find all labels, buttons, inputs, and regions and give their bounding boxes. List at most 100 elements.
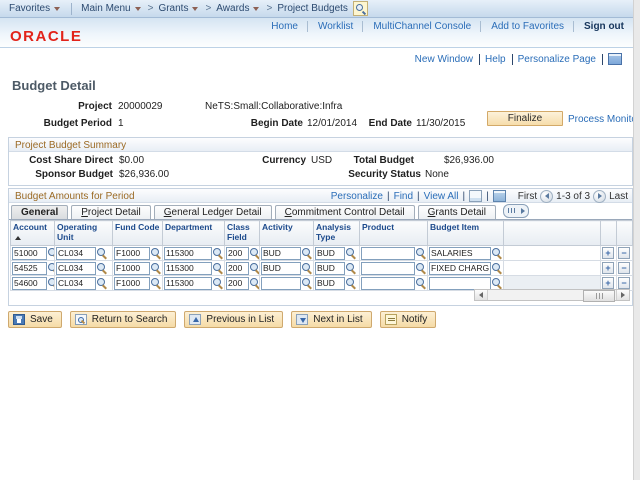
process-monitor-link[interactable]: Process Monitor	[568, 114, 640, 125]
class-field-input[interactable]	[226, 261, 249, 275]
tab-general-ledger-detail[interactable]: General Ledger Detail	[153, 205, 272, 219]
sign-out-link[interactable]: Sign out	[573, 21, 624, 32]
lookup-icon[interactable]	[96, 262, 107, 274]
lookup-icon[interactable]	[96, 277, 107, 289]
activity-input[interactable]	[261, 276, 301, 290]
account-input[interactable]	[12, 246, 47, 260]
account-input[interactable]	[12, 276, 47, 290]
lookup-icon[interactable]	[96, 247, 107, 259]
lookup-icon[interactable]	[415, 247, 426, 259]
tab-project-detail[interactable]: Project Detail	[71, 205, 151, 219]
product-input[interactable]	[361, 261, 415, 275]
lookup-icon[interactable]	[212, 262, 223, 274]
pager-first-label[interactable]: First	[518, 191, 537, 202]
column-department[interactable]: Department	[162, 220, 225, 246]
column-account[interactable]: Account	[10, 220, 55, 246]
main-menu[interactable]: Main Menu	[81, 3, 142, 14]
operating-unit-input[interactable]	[56, 276, 96, 290]
download-to-excel-icon[interactable]	[492, 190, 506, 202]
lookup-icon[interactable]	[415, 277, 426, 289]
lookup-icon[interactable]	[249, 247, 259, 259]
lookup-icon[interactable]	[212, 277, 223, 289]
fund-code-input[interactable]	[114, 276, 150, 290]
favorites-menu[interactable]: Favorites	[9, 3, 62, 14]
lookup-icon[interactable]	[212, 247, 223, 259]
analysis-type-input[interactable]	[315, 261, 345, 275]
breadcrumb-search-icon[interactable]	[352, 1, 368, 16]
tab-commitment-control-detail[interactable]: Commitment Control Detail	[274, 205, 415, 219]
analysis-type-input[interactable]	[315, 246, 345, 260]
lookup-icon[interactable]	[301, 262, 312, 274]
lookup-icon[interactable]	[491, 247, 502, 259]
lookup-icon[interactable]	[301, 247, 312, 259]
activity-input[interactable]	[261, 246, 301, 260]
lookup-icon[interactable]	[415, 262, 426, 274]
product-input[interactable]	[361, 246, 415, 260]
delete-row-button[interactable]: −	[618, 277, 630, 289]
personalize-page-link[interactable]: Personalize Page	[518, 53, 603, 65]
column-analysis-type[interactable]: Analysis Type	[313, 220, 360, 246]
lookup-icon[interactable]	[150, 262, 161, 274]
class-field-input[interactable]	[226, 246, 249, 260]
add-row-button[interactable]: +	[602, 247, 614, 259]
department-input[interactable]	[164, 246, 212, 260]
column-product[interactable]: Product	[359, 220, 428, 246]
copy-url-icon[interactable]	[608, 53, 622, 65]
budget-item-input[interactable]	[429, 246, 491, 260]
column-budget-item[interactable]: Budget Item	[427, 220, 504, 246]
class-field-input[interactable]	[226, 276, 249, 290]
lookup-icon[interactable]	[249, 277, 259, 289]
notify-button[interactable]: Notify	[379, 311, 437, 328]
lookup-icon[interactable]	[249, 262, 259, 274]
account-input[interactable]	[12, 261, 47, 275]
scroll-left-icon[interactable]	[475, 290, 488, 300]
lookup-icon[interactable]	[150, 277, 161, 289]
pager-last-label[interactable]: Last	[609, 191, 628, 202]
tab-grants-detail[interactable]: Grants Detail	[417, 205, 496, 219]
scroll-right-icon[interactable]	[616, 290, 629, 300]
operating-unit-input[interactable]	[56, 261, 96, 275]
column-operating-unit[interactable]: Operating Unit	[54, 220, 113, 246]
breadcrumb-project-budgets[interactable]: Project Budgets	[277, 3, 348, 14]
next-rows-icon[interactable]	[593, 189, 607, 203]
product-input[interactable]	[361, 276, 415, 290]
column-activity[interactable]: Activity	[259, 220, 314, 246]
scrollbar-thumb[interactable]	[583, 290, 615, 302]
new-window-link[interactable]: New Window	[415, 53, 481, 65]
next-in-list-button[interactable]: Next in List	[291, 311, 372, 328]
previous-rows-icon[interactable]	[540, 189, 554, 203]
analysis-type-input[interactable]	[315, 276, 345, 290]
delete-row-button[interactable]: −	[618, 262, 630, 274]
vertical-scrollbar[interactable]	[633, 0, 640, 480]
find-link[interactable]: Find	[394, 191, 413, 202]
previous-in-list-button[interactable]: Previous in List	[184, 311, 284, 328]
lookup-icon[interactable]	[301, 277, 312, 289]
return-to-search-button[interactable]: Return to Search	[69, 311, 177, 328]
tab-general[interactable]: General	[11, 205, 69, 219]
add-row-button[interactable]: +	[602, 277, 614, 289]
view-all-link[interactable]: View All	[424, 191, 459, 202]
add-row-button[interactable]: +	[602, 262, 614, 274]
breadcrumb-awards[interactable]: Awards	[216, 3, 261, 14]
add-to-favorites-link[interactable]: Add to Favorites	[480, 21, 564, 32]
horizontal-scrollbar[interactable]	[474, 289, 630, 302]
lookup-icon[interactable]	[345, 277, 356, 289]
lookup-icon[interactable]	[345, 262, 356, 274]
zoom-grid-icon[interactable]	[469, 190, 483, 202]
multichannel-console-link[interactable]: MultiChannel Console	[362, 21, 471, 32]
department-input[interactable]	[164, 276, 212, 290]
column-fund-code[interactable]: Fund Code	[112, 220, 163, 246]
operating-unit-input[interactable]	[56, 246, 96, 260]
department-input[interactable]	[164, 261, 212, 275]
lookup-icon[interactable]	[491, 277, 502, 289]
budget-item-input[interactable]	[429, 261, 491, 275]
lookup-icon[interactable]	[47, 262, 54, 274]
activity-input[interactable]	[261, 261, 301, 275]
home-link[interactable]: Home	[271, 21, 298, 32]
budget-item-input[interactable]	[429, 276, 491, 290]
show-all-columns-icon[interactable]	[502, 204, 529, 218]
scrollbar-track[interactable]	[488, 290, 616, 302]
delete-row-button[interactable]: −	[618, 247, 630, 259]
finalize-button[interactable]: Finalize	[487, 111, 563, 126]
lookup-icon[interactable]	[491, 262, 502, 274]
